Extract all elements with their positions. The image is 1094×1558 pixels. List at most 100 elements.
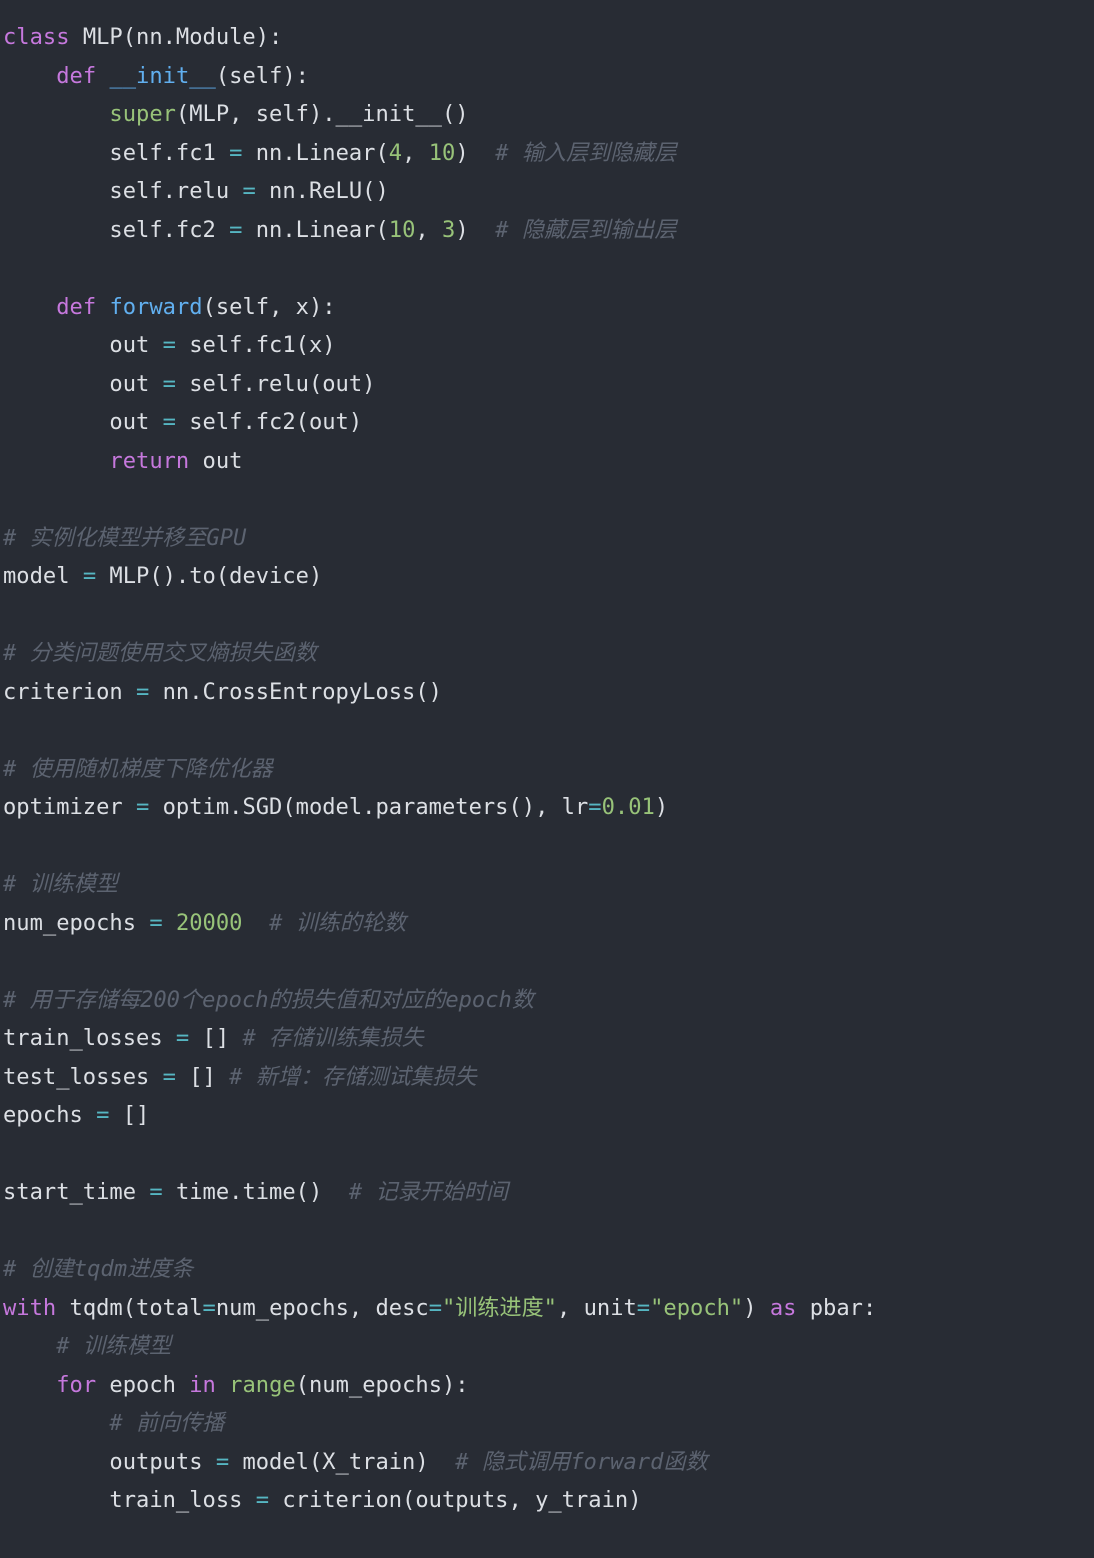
operator-token: = xyxy=(136,794,150,820)
number-token: 10 xyxy=(388,216,416,243)
operator-token: = xyxy=(215,1448,230,1475)
keyword-token: def xyxy=(56,293,97,320)
operator-token: = xyxy=(96,1102,110,1128)
code-text-token: criterion(outputs, y_train) xyxy=(269,1487,642,1513)
code-line: ​ xyxy=(3,596,1091,635)
code-text-token: [] xyxy=(189,1025,243,1051)
operator-token: = xyxy=(149,909,163,936)
keyword-token: with xyxy=(3,1294,57,1321)
code-text-token: self.fc2 xyxy=(3,216,230,243)
operator-token: = xyxy=(229,216,243,243)
code-line: start_time = time.time() # 记录开始时间 xyxy=(3,1173,1091,1212)
number-token: 4 xyxy=(388,139,403,166)
code-text-token: optimizer xyxy=(3,794,137,820)
code-line: self.fc1 = nn.Linear(4, 10) # 输入层到隐藏层 xyxy=(3,134,1091,173)
code-text-token: outputs xyxy=(3,1448,216,1475)
comment-token: # 分类问题使用交叉熵损失函数 xyxy=(3,640,317,666)
keyword-token: class xyxy=(3,24,70,50)
code-text-token: , xyxy=(402,139,429,166)
code-text-token: num_epochs xyxy=(3,909,150,936)
code-line: super(MLP, self).__init__() xyxy=(3,95,1091,134)
code-text-token: ) xyxy=(455,139,496,166)
code-line: train_loss = criterion(outputs, y_train) xyxy=(3,1481,1091,1520)
string-token: "epoch" xyxy=(650,1294,744,1321)
code-text-token: nn.Linear( xyxy=(242,139,389,166)
operator-token: = xyxy=(428,1294,442,1321)
code-line: out = self.fc1(x) xyxy=(3,326,1091,365)
operator-token: = xyxy=(149,1179,163,1205)
comment-token: # 新增：存储测试集损失 xyxy=(229,1063,477,1090)
number-token: 0.01 xyxy=(601,794,655,820)
keyword-token: def xyxy=(56,62,97,89)
keyword-token: for xyxy=(56,1371,97,1398)
code-text-token: epochs xyxy=(3,1102,97,1128)
operator-token: = xyxy=(82,563,97,589)
code-text-token: , unit xyxy=(556,1294,637,1321)
code-line: # 分类问题使用交叉熵损失函数 xyxy=(3,634,1091,673)
operator-token: = xyxy=(202,1294,216,1321)
code-line: # 前向传播 xyxy=(3,1404,1091,1443)
code-line: # 用于存储每200个epoch的损失值和对应的epoch数 xyxy=(3,981,1091,1020)
comment-token: # 训练的轮数 xyxy=(269,909,407,936)
code-text-token: train_loss xyxy=(3,1487,256,1513)
code-text-token: [] xyxy=(175,1063,230,1090)
operator-token: = xyxy=(636,1294,651,1321)
code-text-token: ) xyxy=(455,216,496,243)
code-text-token: , xyxy=(415,216,442,243)
builtin-token: range xyxy=(229,1371,296,1398)
code-text-token: nn.CrossEntropyLoss() xyxy=(149,678,442,705)
code-text-token: nn.Linear( xyxy=(242,216,389,243)
function-name-token: forward xyxy=(109,293,203,320)
code-line: # 使用随机梯度下降优化器 xyxy=(3,750,1091,789)
comment-token: # 输入层到隐藏层 xyxy=(495,139,677,166)
code-text-token: self.fc1(x) xyxy=(175,332,336,358)
number-token: 20000 xyxy=(175,909,243,936)
code-text-token: criterion xyxy=(3,678,137,705)
operator-token: = xyxy=(162,332,176,358)
code-line: train_losses = [] # 存储训练集损失 xyxy=(3,1019,1091,1058)
code-line: test_losses = [] # 新增：存储测试集损失 xyxy=(3,1058,1091,1097)
code-line: ​ xyxy=(3,942,1091,981)
code-text-token: tqdm(total xyxy=(56,1294,203,1321)
code-text-token: (self): xyxy=(215,62,309,89)
code-text-token: (self, x): xyxy=(202,293,336,320)
comment-token: # 隐藏层到输出层 xyxy=(495,216,677,243)
keyword-token: return xyxy=(109,447,190,474)
builtin-token: super xyxy=(109,101,176,127)
string-token: "训练进度" xyxy=(442,1294,557,1321)
number-token: 3 xyxy=(442,216,456,243)
code-line: criterion = nn.CrossEntropyLoss() xyxy=(3,673,1091,712)
comment-token: # 实例化模型并移至GPU xyxy=(3,524,247,551)
code-line: epochs = [] xyxy=(3,1096,1091,1135)
operator-token: = xyxy=(588,794,602,820)
code-line: with tqdm(total=num_epochs, desc="训练进度",… xyxy=(3,1289,1091,1328)
function-name-token: __init__ xyxy=(109,62,216,89)
keyword-token: as xyxy=(769,1294,797,1321)
code-text-token: nn.ReLU() xyxy=(255,178,389,204)
comment-token: # 创建tqdm进度条 xyxy=(3,1256,194,1282)
code-line: # 实例化模型并移至GPU xyxy=(3,519,1091,558)
code-line: def forward(self, x): xyxy=(3,288,1091,327)
comment-token: # 存储训练集损失 xyxy=(242,1025,424,1051)
code-text-token: out xyxy=(3,409,163,435)
operator-token: = xyxy=(162,370,176,397)
code-text-token: out xyxy=(3,332,163,358)
operator-token: = xyxy=(162,1063,176,1090)
comment-token: # 训练模型 xyxy=(56,1333,172,1359)
code-line: self.relu = nn.ReLU() xyxy=(3,172,1091,211)
operator-token: = xyxy=(175,1025,190,1051)
code-line: ​ xyxy=(3,480,1091,519)
operator-token: = xyxy=(229,139,243,166)
code-line: out = self.relu(out) xyxy=(3,365,1091,404)
code-line: out = self.fc2(out) xyxy=(3,403,1091,442)
code-line: model = MLP().to(device) xyxy=(3,557,1091,596)
code-line: num_epochs = 20000 # 训练的轮数 xyxy=(3,904,1091,943)
code-text-token: start_time xyxy=(3,1179,150,1205)
